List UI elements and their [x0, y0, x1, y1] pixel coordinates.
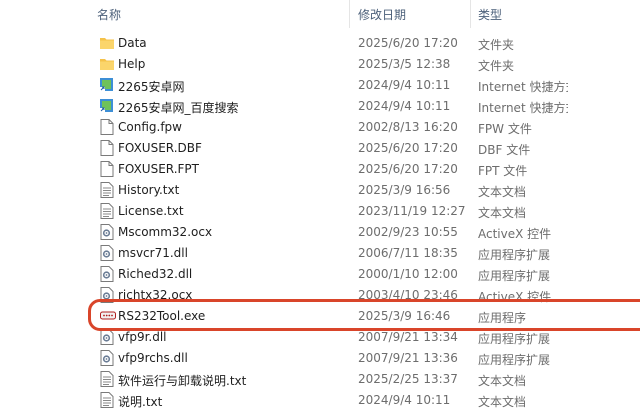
folder-icon [100, 35, 114, 51]
file-row[interactable]: vfp9r.dll 2007/9/21 13:34 应用程序扩展 [0, 327, 640, 348]
file-name: History.txt [118, 183, 180, 197]
file-name: Riched32.dll [118, 267, 193, 281]
file-modified-date: 2006/7/11 18:35 [358, 246, 458, 260]
file-modified-date: 2025/3/5 12:38 [358, 57, 451, 71]
file-modified-date: 2024/9/4 10:11 [358, 393, 451, 407]
text-file-icon [100, 203, 114, 219]
file-name: FOXUSER.DBF [118, 141, 202, 155]
file-name: License.txt [118, 204, 184, 218]
file-modified-date: 2024/9/4 10:11 [358, 78, 451, 92]
file-row[interactable]: 说明.txt 2024/9/4 10:11 文本文档 [0, 390, 640, 411]
file-name: RS232Tool.exe [118, 309, 206, 323]
file-modified-date: 2025/3/9 16:56 [358, 183, 451, 197]
file-type: ActiveX 控件 [478, 290, 552, 304]
internet-shortcut-icon [100, 98, 114, 114]
file-row[interactable]: Data 2025/6/20 17:20 文件夹 [0, 33, 640, 54]
column-divider[interactable] [470, 0, 471, 28]
file-name: Data [118, 36, 147, 50]
internet-shortcut-icon [100, 77, 114, 93]
file-row[interactable]: richtx32.ocx 2003/4/10 23:46 ActiveX 控件 [0, 285, 640, 306]
file-name: richtx32.ocx [118, 288, 193, 302]
file-modified-date: 2007/9/21 13:36 [358, 351, 458, 365]
file-row[interactable]: License.txt 2023/11/19 12:27 文本文档 [0, 201, 640, 222]
file-row[interactable]: Help 2025/3/5 12:38 文件夹 [0, 54, 640, 75]
file-type: 应用程序扩展 [478, 332, 551, 346]
file-row[interactable]: msvcr71.dll 2006/7/11 18:35 应用程序扩展 [0, 243, 640, 264]
file-type: 文件夹 [478, 59, 515, 73]
file-name: 2265安卓网_百度搜索 [118, 101, 239, 115]
file-icon [100, 140, 114, 156]
file-modified-date: 2025/2/25 13:37 [358, 372, 458, 386]
sort-ascending-icon: ⌃ [216, 0, 225, 7]
file-modified-date: 2025/3/9 16:46 [358, 309, 451, 323]
gear-file-icon [100, 287, 114, 303]
gear-file-icon [100, 224, 114, 240]
file-type: 应用程序 [478, 311, 527, 325]
file-modified-date: 2025/6/20 17:20 [358, 36, 458, 50]
file-row[interactable]: History.txt 2025/3/9 16:56 文本文档 [0, 180, 640, 201]
serial-port-icon [100, 308, 116, 324]
column-header-modified[interactable]: 修改日期 [358, 6, 406, 23]
file-name: vfp9r.dll [118, 330, 167, 344]
file-row[interactable]: 2265安卓网 2024/9/4 10:11 Internet 快捷方式 [0, 75, 640, 96]
column-header-type[interactable]: 类型 [478, 6, 502, 23]
file-type: 应用程序扩展 [478, 248, 551, 262]
file-name: Config.fpw [118, 120, 182, 134]
file-name: 软件运行与卸载说明.txt [118, 374, 247, 388]
file-row[interactable]: RS232Tool.exe 2025/3/9 16:46 应用程序 [0, 306, 640, 327]
file-name: Mscomm32.ocx [118, 225, 213, 239]
file-type: FPW 文件 [478, 122, 532, 136]
file-type: 文本文档 [478, 206, 527, 220]
file-modified-date: 2002/9/23 10:55 [358, 225, 458, 239]
file-type: FPT 文件 [478, 164, 528, 178]
file-type: ActiveX 控件 [478, 227, 552, 241]
column-header: ⌃ 名称 修改日期 类型 [0, 0, 640, 28]
file-name: FOXUSER.FPT [118, 162, 199, 176]
text-file-icon [100, 182, 114, 198]
file-modified-date: 2025/6/20 17:20 [358, 141, 458, 155]
file-row[interactable]: vfp9rchs.dll 2007/9/21 13:36 应用程序扩展 [0, 348, 640, 369]
file-icon [100, 119, 114, 135]
gear-file-icon [100, 350, 114, 366]
file-row[interactable]: FOXUSER.DBF 2025/6/20 17:20 DBF 文件 [0, 138, 640, 159]
file-modified-date: 2025/6/20 17:20 [358, 162, 458, 176]
file-modified-date: 2002/8/13 16:20 [358, 120, 458, 134]
file-modified-date: 2000/1/10 12:00 [358, 267, 458, 281]
gear-file-icon [100, 245, 114, 261]
file-name: Help [118, 57, 146, 71]
file-type: 文本文档 [478, 395, 527, 409]
file-type: Internet 快捷方式 [478, 80, 568, 94]
file-icon [100, 161, 114, 177]
text-file-icon [100, 392, 114, 408]
file-row[interactable]: Mscomm32.ocx 2002/9/23 10:55 ActiveX 控件 [0, 222, 640, 243]
file-modified-date: 2003/4/10 23:46 [358, 288, 458, 302]
file-type: Internet 快捷方式 [478, 101, 568, 115]
file-type: DBF 文件 [478, 143, 531, 157]
folder-icon [100, 56, 114, 72]
column-header-name[interactable]: 名称 [97, 6, 121, 23]
column-divider[interactable] [349, 0, 350, 28]
file-row[interactable]: 软件运行与卸载说明.txt 2025/2/25 13:37 文本文档 [0, 369, 640, 390]
file-type: 应用程序扩展 [478, 353, 551, 367]
file-row[interactable]: FOXUSER.FPT 2025/6/20 17:20 FPT 文件 [0, 159, 640, 180]
file-row[interactable]: Riched32.dll 2000/1/10 12:00 应用程序扩展 [0, 264, 640, 285]
text-file-icon [100, 371, 114, 387]
file-name: vfp9rchs.dll [118, 351, 188, 365]
file-modified-date: 2023/11/19 12:27 [358, 204, 466, 218]
file-row[interactable]: Config.fpw 2002/8/13 16:20 FPW 文件 [0, 117, 640, 138]
file-type: 文本文档 [478, 374, 527, 388]
file-type: 应用程序扩展 [478, 269, 551, 283]
file-modified-date: 2024/9/4 10:11 [358, 99, 451, 113]
file-name: 2265安卓网 [118, 80, 185, 94]
file-modified-date: 2007/9/21 13:34 [358, 330, 458, 344]
gear-file-icon [100, 266, 114, 282]
gear-file-icon [100, 329, 114, 345]
file-type: 文件夹 [478, 38, 515, 52]
file-row[interactable]: 2265安卓网_百度搜索 2024/9/4 10:11 Internet 快捷方式 [0, 96, 640, 117]
file-name: msvcr71.dll [118, 246, 188, 260]
file-type: 文本文档 [478, 185, 527, 199]
file-name: 说明.txt [118, 395, 163, 409]
